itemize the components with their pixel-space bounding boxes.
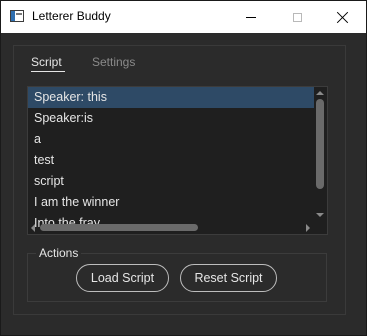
active-tab-indicator: [31, 71, 65, 72]
scroll-left-arrow-icon[interactable]: [31, 224, 35, 232]
scroll-right-arrow-icon[interactable]: [306, 224, 310, 232]
list-item[interactable]: a: [28, 129, 314, 150]
list-item[interactable]: script: [28, 171, 314, 192]
list-item[interactable]: Speaker:is: [28, 108, 314, 129]
actions-group: [27, 253, 327, 302]
list-item[interactable]: Speaker: this: [28, 87, 314, 108]
actions-group-title: Actions: [36, 246, 82, 260]
reset-script-button[interactable]: Reset Script: [180, 264, 277, 292]
maximize-button[interactable]: [274, 1, 320, 33]
window-title: Letterer Buddy: [32, 9, 111, 23]
load-script-button[interactable]: Load Script: [76, 264, 169, 292]
close-icon: [337, 11, 349, 23]
horizontal-scrollbar[interactable]: [28, 221, 313, 234]
scroll-up-arrow-icon[interactable]: [316, 91, 324, 95]
close-button[interactable]: [320, 1, 366, 33]
scroll-down-arrow-icon[interactable]: [316, 213, 324, 217]
scrollbar-corner: [313, 221, 327, 234]
vertical-scroll-thumb[interactable]: [316, 99, 324, 189]
minimize-icon: [246, 16, 256, 18]
script-list[interactable]: Speaker: this Speaker:is a test script I…: [27, 86, 328, 235]
minimize-button[interactable]: [228, 1, 274, 33]
tab-settings[interactable]: Settings: [92, 55, 135, 69]
list-item[interactable]: test: [28, 150, 314, 171]
horizontal-scroll-thumb[interactable]: [40, 224, 198, 231]
vertical-scrollbar[interactable]: [313, 87, 327, 221]
maximize-icon: [292, 12, 302, 22]
app-window-icon: [10, 10, 24, 22]
tab-script[interactable]: Script: [31, 55, 62, 69]
title-bar[interactable]: Letterer Buddy: [1, 1, 366, 33]
list-item[interactable]: I am the winner: [28, 192, 314, 213]
